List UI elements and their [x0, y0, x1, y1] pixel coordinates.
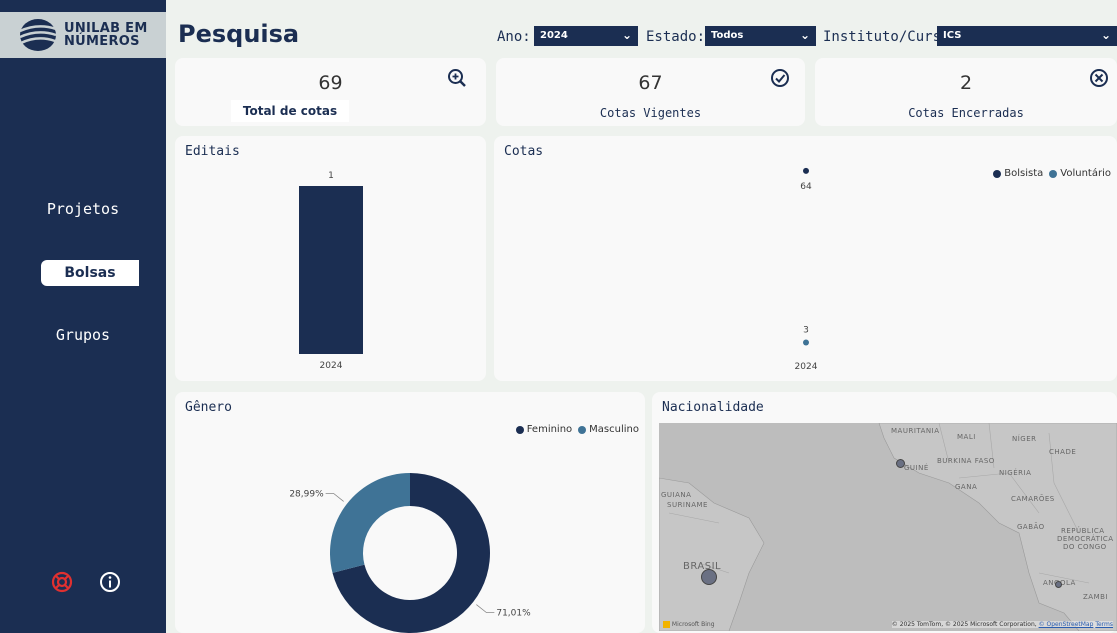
genero-panel: Gênero Feminino Masculino 71,01% 28,99%	[175, 392, 645, 633]
scatter-point-voluntario	[803, 339, 809, 346]
map-provider: Microsoft Bing	[671, 621, 715, 628]
chevron-down-icon: ⌄	[1100, 28, 1111, 42]
point-data-label: 64	[800, 182, 812, 192]
map-label: NÍGER	[1012, 435, 1037, 443]
map-label: GUIANA	[661, 491, 692, 499]
point-data-label: 3	[803, 326, 809, 336]
kpi-label-total: Total de cotas	[231, 100, 349, 122]
kpi-value-encerradas: 2	[959, 72, 973, 94]
kpi-card-vigentes: 67 Cotas Vigentes	[496, 58, 805, 126]
map-label: DO CONGO	[1063, 543, 1107, 551]
globe-logo-icon	[18, 17, 58, 53]
kpi-value-vigentes: 67	[638, 72, 663, 94]
kpi-label-vigentes: Cotas Vigentes	[599, 106, 702, 120]
cotas-chart: 64 3 2024	[795, 167, 818, 372]
bing-logo: Microsoft Bing	[663, 621, 715, 628]
chevron-down-icon: ⌄	[621, 28, 632, 42]
attribution-text: © 2025 TomTom, © 2025 Microsoft Corporat…	[891, 621, 1037, 628]
editais-panel: Editais 1 2024	[175, 136, 486, 381]
map-label: BRASIL	[683, 561, 722, 572]
map-label: NIGÉRIA	[999, 469, 1032, 477]
donut-slice-masculino	[330, 473, 410, 573]
instituto-select[interactable]: ICS ⌄	[937, 26, 1117, 46]
map-attribution: © 2025 TomTom, © 2025 Microsoft Corporat…	[891, 621, 1113, 628]
chevron-down-icon: ⌄	[799, 28, 810, 42]
map-label: MAURITANIA	[891, 427, 940, 435]
kpi-value-total: 69	[318, 72, 343, 94]
sidebar-item-bolsas[interactable]: Bolsas	[41, 260, 139, 286]
nationality-map[interactable]: MAURITANIA MALI NÍGER CHADE BURKINA FASO…	[659, 423, 1117, 631]
sidebar: UNILAB EM NÚMEROS Projetos Bolsas Grupos	[0, 0, 166, 633]
page-title: Pesquisa	[178, 20, 300, 48]
instituto-select-value: ICS	[943, 30, 962, 41]
map-bubble-angola[interactable]	[1055, 581, 1062, 588]
map-label: MALI	[957, 433, 976, 441]
sidebar-item-grupos[interactable]: Grupos	[0, 326, 166, 344]
map-bubble-brasil[interactable]	[701, 569, 717, 585]
logo-line-2: NÚMEROS	[64, 34, 140, 49]
kpi-label-encerradas: Cotas Encerradas	[908, 106, 1024, 120]
kpi-card-encerradas: 2 Cotas Encerradas	[815, 58, 1117, 126]
nacionalidade-title: Nacionalidade	[662, 400, 764, 415]
x-tick-label: 2024	[795, 362, 818, 372]
cotas-panel: Cotas Bolsista Voluntário 64 3 2024	[494, 136, 1117, 381]
close-circle-icon[interactable]	[1089, 68, 1109, 88]
logo: UNILAB EM NÚMEROS	[0, 12, 166, 58]
map-label: CAMARÕES	[1011, 495, 1055, 503]
editais-chart: 1 2024	[299, 171, 363, 371]
osm-link[interactable]: © OpenStreetMap	[1039, 621, 1094, 628]
zoom-in-icon[interactable]	[447, 68, 467, 88]
map-label: DEMOCRÁTICA	[1057, 535, 1114, 543]
map-label: BURKINA FASO	[937, 457, 995, 465]
map-label: GABÃO	[1017, 523, 1045, 531]
map-label: GANA	[955, 483, 978, 491]
genero-chart: 71,01% 28,99%	[289, 473, 531, 633]
ano-select-value: 2024	[540, 30, 568, 41]
sidebar-item-projetos[interactable]: Projetos	[0, 200, 166, 218]
leader-line	[325, 493, 344, 502]
check-circle-icon[interactable]	[770, 68, 790, 88]
bar-data-label: 1	[328, 171, 334, 181]
info-icon[interactable]	[99, 571, 121, 593]
map-label: ZAMBI	[1083, 593, 1108, 601]
map-bubble-guine[interactable]	[896, 459, 905, 468]
bar	[299, 186, 363, 354]
slice-data-label: 28,99%	[289, 489, 324, 499]
terms-link[interactable]: Terms	[1095, 621, 1113, 628]
leader-line	[476, 604, 495, 613]
ano-select[interactable]: 2024 ⌄	[534, 26, 638, 46]
map-label: REPÚBLICA	[1061, 527, 1105, 535]
lifebuoy-icon[interactable]	[51, 571, 73, 593]
map-label: GUINÉ	[904, 464, 929, 472]
kpi-card-total: 69 Total de cotas	[175, 58, 486, 126]
scatter-point-bolsista	[803, 167, 809, 174]
filter-label-estado: Estado:	[646, 29, 706, 45]
map-label: SURINAME	[667, 501, 708, 509]
estado-select[interactable]: Todos ⌄	[705, 26, 816, 46]
filter-label-ano: Ano:	[497, 29, 531, 45]
x-tick-label: 2024	[320, 361, 343, 371]
map-label: CHADE	[1049, 448, 1077, 456]
estado-select-value: Todos	[711, 30, 744, 41]
slice-data-label: 71,01%	[496, 609, 531, 619]
